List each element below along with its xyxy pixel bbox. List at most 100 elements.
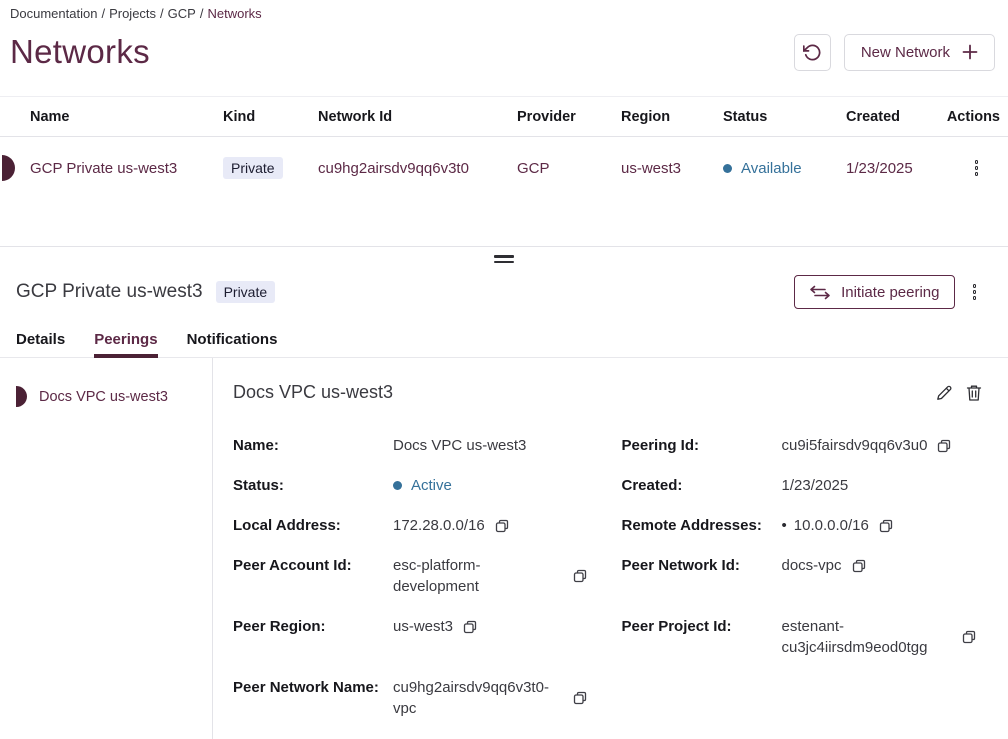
breadcrumb: Documentation/Projects/GCP/Networks [10, 6, 995, 22]
copy-icon[interactable] [573, 569, 587, 583]
field-label: Peer Project Id: [622, 616, 776, 637]
field-label: Peer Region: [233, 616, 387, 637]
status-dot-icon [393, 481, 402, 490]
tab-peerings[interactable]: Peerings [94, 331, 157, 357]
panel-divider-line [0, 246, 1008, 247]
edit-button[interactable] [935, 384, 953, 402]
copy-icon[interactable] [573, 691, 587, 705]
detail-tabs: Details Peerings Notifications [0, 331, 1008, 358]
field-value: cu9hg2airsdv9qq6v3t0-vpc [393, 677, 563, 719]
peerings-panes: Docs VPC us-west3 Docs VPC us-west3 Name… [0, 358, 1008, 739]
copy-icon[interactable] [463, 620, 477, 634]
field-peer-account-id: Peer Account Id: esc-platform-developmen… [233, 555, 594, 597]
column-header-name: Name [0, 109, 223, 125]
drag-handle-icon[interactable] [494, 255, 514, 263]
network-created-cell: 1/23/2025 [846, 160, 944, 177]
copy-icon[interactable] [937, 439, 951, 453]
initiate-peering-button[interactable]: Initiate peering [794, 275, 954, 309]
column-header-provider: Provider [517, 109, 621, 125]
network-actions-cell [944, 156, 1008, 180]
column-header-actions: Actions [944, 109, 1008, 125]
field-value: us-west3 [393, 616, 453, 637]
detail-title: GCP Private us-west3 [16, 281, 203, 303]
field-label: Peer Network Id: [622, 555, 776, 576]
network-name-cell[interactable]: GCP Private us-west3 [0, 155, 223, 181]
toolbar: New Network [794, 34, 995, 71]
peering-actions [935, 384, 982, 402]
field-value: 172.28.0.0/16 [393, 515, 485, 536]
tab-notifications[interactable]: Notifications [187, 331, 278, 357]
network-half-circle-icon [2, 155, 15, 181]
field-peer-network-id: Peer Network Id: docs-vpc [622, 555, 983, 597]
field-peer-region: Peer Region: us-west3 [233, 616, 594, 658]
swap-arrows-icon [809, 285, 831, 300]
table-row[interactable]: GCP Private us-west3 Private cu9hg2airsd… [0, 137, 1008, 199]
field-value: 1/23/2025 [782, 475, 849, 496]
field-label: Local Address: [233, 515, 387, 536]
spacer [0, 199, 1008, 246]
field-value: 10.0.0.0/16 [794, 515, 869, 536]
field-status: Status: Active [233, 475, 594, 496]
delete-button[interactable] [966, 384, 982, 402]
column-header-status: Status [723, 109, 846, 125]
field-label: Remote Addresses: [622, 515, 776, 536]
status-dot-icon [723, 164, 732, 173]
breadcrumb-separator: / [101, 6, 105, 21]
field-label: Name: [233, 435, 387, 456]
field-label: Created: [622, 475, 776, 496]
networks-table: Name Kind Network Id Provider Region Sta… [0, 96, 1008, 199]
column-header-kind: Kind [223, 109, 318, 125]
field-value: Active [411, 475, 452, 496]
column-header-region: Region [621, 109, 723, 125]
plus-icon [962, 44, 978, 60]
column-header-created: Created [846, 109, 944, 125]
copy-icon[interactable] [495, 519, 509, 533]
field-label: Status: [233, 475, 387, 496]
breadcrumb-separator: / [160, 6, 164, 21]
peering-heading-row: Docs VPC us-west3 [233, 382, 982, 403]
breadcrumb-projects[interactable]: Projects [109, 6, 156, 21]
field-value: Docs VPC us-west3 [393, 435, 526, 456]
breadcrumb-current: Networks [207, 6, 261, 21]
field-value: esc-platform-development [393, 555, 563, 597]
peering-fields-grid: Name: Docs VPC us-west3 Peering Id: cu9i… [233, 435, 982, 719]
field-peer-project-id: Peer Project Id: estenant-cu3jc4iirsdm9e… [622, 616, 983, 658]
field-created: Created: 1/23/2025 [622, 475, 983, 496]
peering-detail-content: Docs VPC us-west3 Name: Docs VPC us-west… [213, 358, 1008, 739]
new-network-label: New Network [861, 44, 950, 61]
new-network-button[interactable]: New Network [844, 34, 995, 71]
breadcrumb-gcp[interactable]: GCP [168, 6, 196, 21]
sidebar-item-docs-vpc[interactable]: Docs VPC us-west3 [0, 386, 212, 407]
field-peer-network-name: Peer Network Name: cu9hg2airsdv9qq6v3t0-… [233, 677, 594, 719]
top-section: Documentation/Projects/GCP/Networks Netw… [0, 0, 1008, 74]
breadcrumb-documentation[interactable]: Documentation [10, 6, 97, 21]
detail-kebab-menu-icon[interactable] [969, 280, 981, 304]
field-value: estenant-cu3jc4iirsdm9eod0tgg [782, 616, 952, 658]
refresh-button[interactable] [794, 34, 831, 71]
initiate-peering-label: Initiate peering [841, 284, 939, 301]
copy-icon[interactable] [879, 519, 893, 533]
network-region-cell: us-west3 [621, 160, 723, 177]
network-name: GCP Private us-west3 [30, 160, 177, 177]
trash-icon [966, 384, 982, 402]
field-name: Name: Docs VPC us-west3 [233, 435, 594, 456]
copy-icon[interactable] [962, 630, 976, 644]
field-value: cu9i5fairsdv9qq6v3u0 [782, 435, 928, 456]
network-kind-cell: Private [223, 157, 318, 179]
field-value: docs-vpc [782, 555, 842, 576]
detail-title-wrap: GCP Private us-west3 Private [16, 281, 275, 303]
field-local-address: Local Address: 172.28.0.0/16 [233, 515, 594, 536]
copy-icon[interactable] [852, 559, 866, 573]
table-header-row: Name Kind Network Id Provider Region Sta… [0, 96, 1008, 137]
detail-header-actions: Initiate peering [794, 275, 980, 309]
field-label: Peer Account Id: [233, 555, 387, 576]
row-kebab-menu-icon[interactable] [971, 156, 983, 180]
list-bullet: • [782, 515, 787, 536]
breadcrumb-separator: / [200, 6, 204, 21]
tab-details[interactable]: Details [16, 331, 65, 357]
edit-pencil-icon [935, 384, 953, 402]
network-id-cell: cu9hg2airsdv9qq6v3t0 [318, 160, 517, 177]
peering-half-circle-icon [16, 386, 27, 407]
status-label: Available [741, 160, 802, 177]
page-title: Networks [10, 33, 150, 71]
